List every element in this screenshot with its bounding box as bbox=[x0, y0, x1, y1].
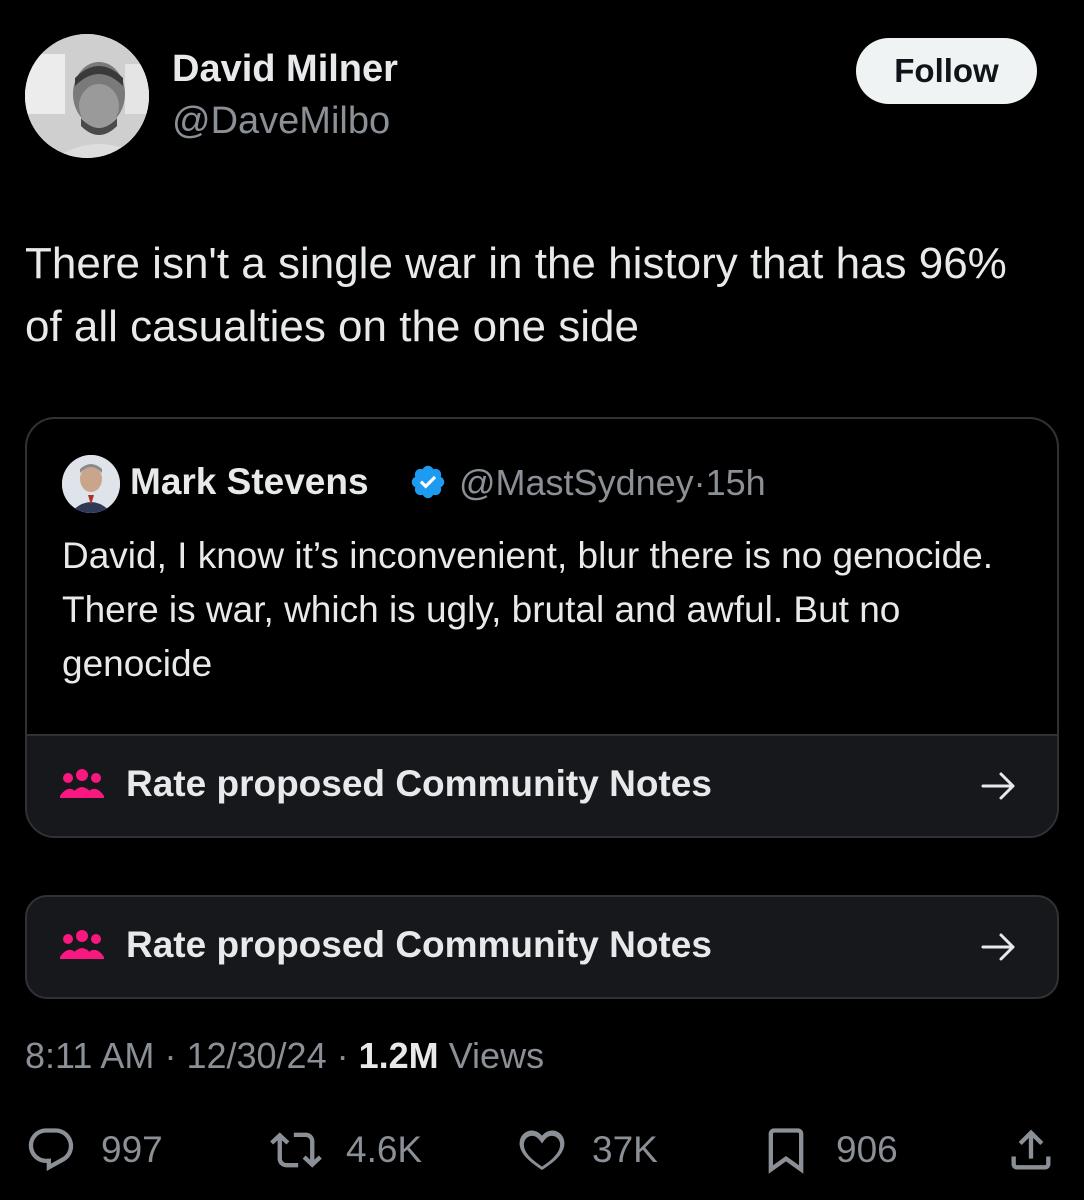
tweet-timestamp: 8:11 AM · 12/30/24 · 1.2M Views bbox=[25, 1035, 544, 1077]
quoted-author-display-name[interactable]: Mark Stevens bbox=[130, 461, 369, 503]
quoted-author-avatar-image bbox=[62, 455, 120, 513]
quoted-tweet-meta: @MastSydney·15h bbox=[459, 462, 766, 504]
author-display-name[interactable]: David Milner bbox=[172, 48, 398, 91]
community-notes-label: Rate proposed Community Notes bbox=[126, 924, 712, 965]
reply-button[interactable]: 997 bbox=[25, 1124, 163, 1176]
share-button[interactable] bbox=[1005, 1124, 1057, 1176]
bookmark-button[interactable]: 906 bbox=[760, 1124, 898, 1176]
quoted-author-handle[interactable]: @MastSydney bbox=[459, 462, 694, 503]
repost-button[interactable]: 4.6K bbox=[270, 1124, 422, 1176]
bookmark-count: 906 bbox=[836, 1129, 898, 1170]
arrow-right-icon bbox=[981, 772, 1015, 800]
tweet-detail: David Milner @DaveMilbo Follow There isn… bbox=[0, 0, 1084, 1200]
community-notes-label: Rate proposed Community Notes bbox=[126, 763, 712, 804]
people-icon bbox=[60, 769, 104, 798]
quoted-tweet-card[interactable]: Mark Stevens @MastSydney·15h David, I kn… bbox=[25, 417, 1059, 838]
author-avatar-image bbox=[25, 34, 149, 158]
author-avatar[interactable] bbox=[25, 34, 149, 158]
like-count: 37K bbox=[592, 1129, 658, 1170]
share-icon bbox=[1011, 1129, 1051, 1170]
arrow-right-icon bbox=[981, 933, 1015, 961]
tweet-time[interactable]: 8:11 AM bbox=[25, 1035, 154, 1076]
verified-badge-icon bbox=[411, 465, 445, 499]
meta-separator: · bbox=[693, 462, 706, 503]
author-handle[interactable]: @DaveMilbo bbox=[172, 100, 390, 143]
quoted-tweet-text: David, I know it’s inconvenient, blur th… bbox=[62, 535, 994, 684]
reply-icon bbox=[28, 1128, 74, 1171]
bookmark-icon bbox=[768, 1128, 804, 1174]
meta-separator: · bbox=[164, 1035, 177, 1076]
meta-separator: · bbox=[336, 1035, 349, 1076]
quoted-tweet-age[interactable]: 15h bbox=[706, 462, 766, 503]
tweet-text: There isn't a single war in the history … bbox=[25, 239, 1007, 351]
like-button[interactable]: 37K bbox=[516, 1124, 658, 1176]
quoted-author-avatar[interactable] bbox=[62, 455, 120, 513]
heart-icon bbox=[519, 1130, 565, 1171]
tweet-date[interactable]: 12/30/24 bbox=[186, 1035, 326, 1076]
follow-button[interactable]: Follow bbox=[856, 38, 1037, 104]
people-icon bbox=[60, 930, 104, 959]
quoted-community-notes-row[interactable]: Rate proposed Community Notes bbox=[27, 734, 1057, 836]
views-count: 1.2M bbox=[358, 1035, 439, 1076]
repost-count: 4.6K bbox=[346, 1129, 423, 1170]
views-label: Views bbox=[448, 1035, 545, 1076]
repost-icon bbox=[270, 1132, 322, 1168]
community-notes-row[interactable]: Rate proposed Community Notes bbox=[25, 895, 1059, 999]
reply-count: 997 bbox=[101, 1129, 163, 1170]
